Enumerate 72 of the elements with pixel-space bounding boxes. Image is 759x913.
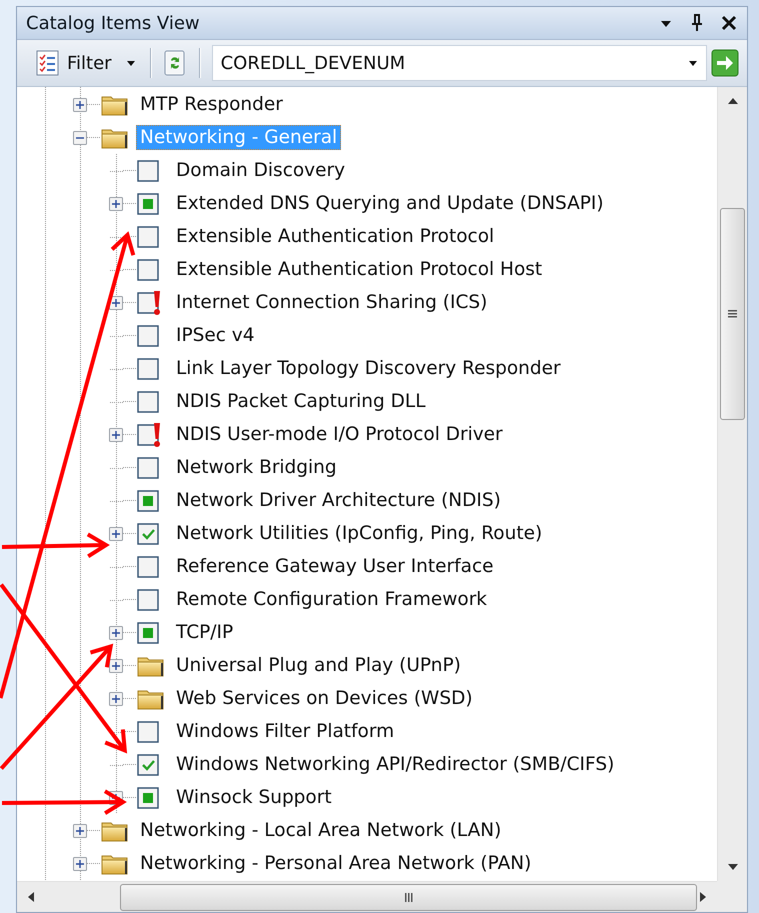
expand-icon[interactable] — [109, 692, 123, 706]
expand-icon[interactable] — [109, 196, 123, 210]
tree-item[interactable]: Windows Filter Platform — [172, 719, 398, 744]
tree-item[interactable]: Network Driver Architecture (NDIS) — [172, 488, 505, 513]
scroll-thumb[interactable] — [120, 884, 697, 910]
checkbox[interactable] — [137, 390, 159, 412]
checkbox[interactable] — [137, 556, 159, 578]
tree-item[interactable]: Universal Plug and Play (UPnP) — [172, 653, 465, 678]
caret-icon — [126, 58, 136, 68]
expand-icon[interactable] — [73, 824, 87, 838]
expand-icon[interactable] — [109, 526, 123, 540]
vertical-scrollbar[interactable] — [717, 87, 747, 881]
scroll-up-icon[interactable] — [726, 97, 738, 105]
filter-button[interactable]: Filter — [31, 48, 140, 78]
expand-icon[interactable] — [73, 98, 87, 112]
tree-item[interactable]: Winsock Support — [172, 785, 336, 810]
checkbox[interactable] — [137, 160, 159, 182]
tree-item[interactable]: Internet Connection Sharing (ICS) — [172, 290, 492, 315]
checkbox[interactable] — [137, 324, 159, 346]
scroll-thumb[interactable] — [720, 208, 745, 420]
expand-icon[interactable] — [109, 626, 123, 640]
tree-item[interactable]: Extended DNS Querying and Update (DNSAPI) — [172, 191, 608, 216]
checkbox[interactable] — [137, 192, 159, 214]
tree-item[interactable]: Link Layer Topology Discovery Responder — [172, 356, 565, 381]
tree-item[interactable]: Reference Gateway User Interface — [172, 554, 498, 579]
tree-item[interactable]: Network Utilities (IpConfig, Ping, Route) — [172, 521, 546, 546]
checkbox[interactable] — [137, 456, 159, 478]
horizontal-scrollbar[interactable] — [17, 881, 717, 912]
tree-item[interactable]: Networking - Personal Area Network (PAN) — [136, 851, 536, 876]
folder-icon — [101, 126, 128, 148]
refresh-icon[interactable] — [162, 50, 187, 76]
checkbox[interactable] — [137, 588, 159, 610]
checkbox[interactable] — [137, 522, 159, 544]
close-icon[interactable] — [721, 15, 737, 31]
checkbox[interactable] — [137, 358, 159, 380]
window-title: Catalog Items View — [26, 12, 200, 34]
tree-item[interactable]: NDIS Packet Capturing DLL — [172, 389, 430, 414]
checkbox[interactable] — [137, 226, 159, 248]
scroll-left-icon[interactable] — [27, 891, 35, 903]
checkbox[interactable] — [137, 786, 159, 808]
dropdown-icon[interactable] — [688, 58, 698, 68]
collapse-icon[interactable] — [73, 130, 87, 144]
tree-item[interactable]: Network Bridging — [172, 455, 341, 480]
expand-icon[interactable] — [109, 428, 123, 442]
tree-item[interactable]: Web Services on Devices (WSD) — [172, 686, 477, 711]
checkbox[interactable] — [137, 622, 159, 644]
tree-item[interactable]: NDIS User-mode I/O Protocol Driver — [172, 422, 507, 447]
folder-icon — [101, 852, 128, 874]
pin-icon[interactable] — [690, 14, 704, 32]
tree-item[interactable]: TCP/IP — [172, 620, 238, 645]
folder-icon — [101, 94, 128, 116]
tree-item[interactable]: Networking - Local Area Network (LAN) — [136, 818, 506, 843]
folder-icon — [137, 654, 164, 676]
checkbox[interactable] — [137, 754, 159, 776]
checkbox[interactable] — [137, 490, 159, 512]
checkbox[interactable] — [137, 258, 159, 280]
configuration-combo-box[interactable]: COREDLL_DEVENUM — [212, 45, 707, 81]
scroll-right-icon[interactable] — [699, 891, 707, 903]
tree-item[interactable]: IPSec v4 — [172, 323, 259, 348]
checkbox[interactable] — [137, 720, 159, 742]
checklist-icon — [35, 50, 61, 76]
tree-item[interactable]: Extensible Authentication Protocol Host — [172, 257, 546, 282]
expand-icon[interactable] — [73, 856, 87, 870]
tree-item[interactable]: Remote Configuration Framework — [172, 587, 492, 612]
tree-item[interactable]: MTP Responder — [136, 92, 287, 117]
tree-item[interactable]: Extensible Authentication Protocol — [172, 224, 498, 249]
tree-item[interactable]: Windows Networking API/Redirector (SMB/CIFS) — [172, 752, 618, 777]
scroll-down-icon[interactable] — [726, 863, 738, 871]
expand-icon[interactable] — [109, 658, 123, 672]
folder-icon — [101, 820, 128, 842]
tree-item[interactable]: Domain Discovery — [172, 158, 350, 183]
folder-icon — [137, 688, 164, 710]
